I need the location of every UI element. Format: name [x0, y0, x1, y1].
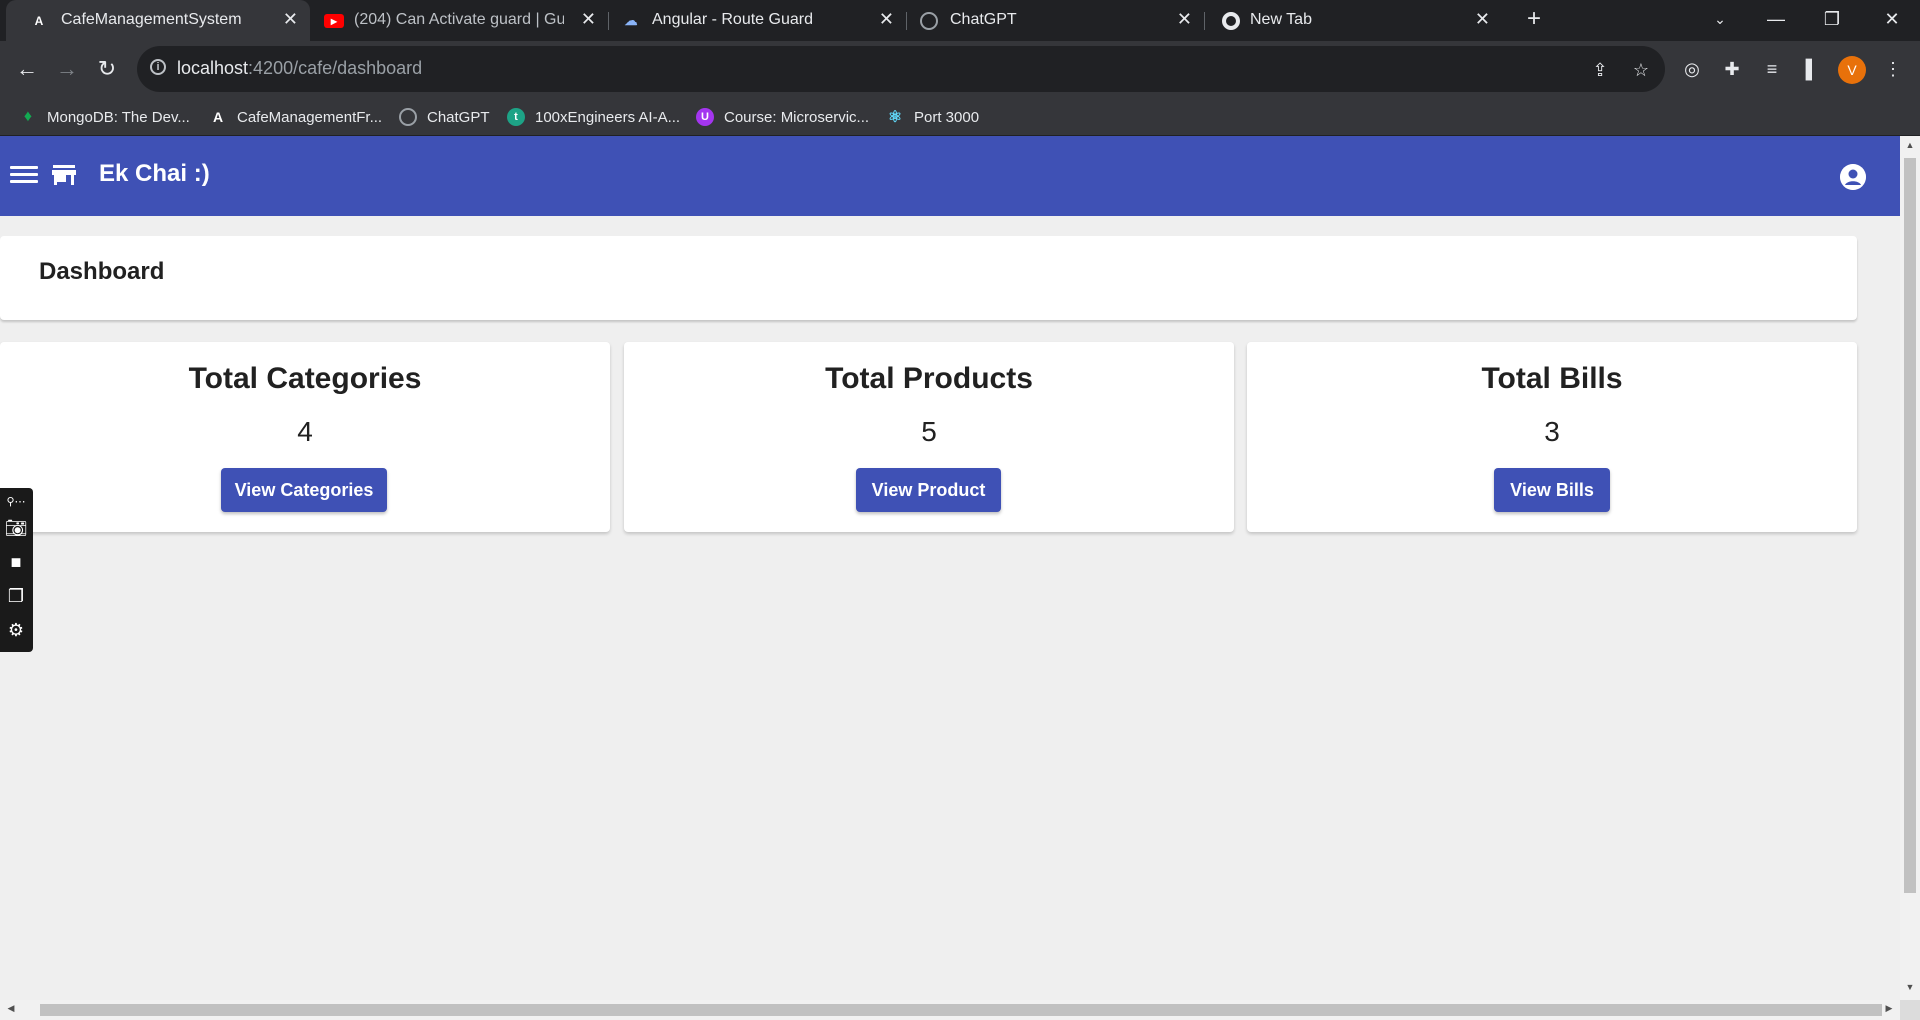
window-capture-icon[interactable]: ❐ [4, 584, 28, 608]
view-bills-button[interactable]: View Bills [1494, 468, 1610, 512]
back-arrow-icon[interactable]: ← [11, 53, 43, 85]
scroll-up-arrow-icon[interactable]: ▲ [1904, 140, 1916, 154]
more-options-icon[interactable]: ⚲⋯ [4, 490, 28, 514]
tab-title: New Tab [1250, 11, 1312, 28]
stat-title: Total Products [825, 362, 1033, 395]
cloud-icon: ☁ [624, 13, 638, 28]
tab-angular-route-guard[interactable]: ☁ Angular - Route Guard ✕ [608, 0, 906, 41]
share-icon[interactable]: ⇪ [1588, 58, 1612, 82]
view-categories-button[interactable]: View Categories [221, 468, 387, 512]
browser-toolbar: ← → ↻ i localhost:4200/cafe/dashboard ⇪ … [0, 41, 1920, 99]
address-bar[interactable]: i localhost:4200/cafe/dashboard ⇪ ☆ [137, 46, 1665, 92]
camera-icon[interactable]: 📷︎ [4, 516, 28, 540]
stat-title: Total Bills [1481, 362, 1623, 395]
forward-arrow-icon[interactable]: → [51, 53, 83, 85]
udemy-icon: U [696, 108, 714, 126]
page-title: Dashboard [39, 258, 165, 285]
react-icon: ⚛ [887, 109, 903, 126]
chatgpt-icon [399, 108, 417, 126]
video-camera-icon[interactable]: ■ [4, 550, 28, 574]
settings-gear-icon[interactable]: ⚙ [4, 618, 28, 642]
dashboard-header-card: Dashboard [0, 236, 1857, 320]
tab-new-tab[interactable]: New Tab ✕ [1204, 0, 1502, 41]
bookmarks-bar: ♦ MongoDB: The Dev... A CafeManagementFr… [0, 99, 1920, 136]
angular-icon: A [34, 14, 44, 28]
close-icon[interactable]: ✕ [1475, 9, 1490, 30]
reload-icon[interactable]: ↻ [91, 53, 123, 85]
mongodb-leaf-icon: ♦ [23, 108, 33, 125]
reading-list-icon[interactable]: ≡ [1757, 54, 1787, 84]
stat-title: Total Categories [188, 362, 422, 395]
hamburger-menu-icon[interactable] [10, 162, 38, 190]
scroll-left-arrow-icon[interactable]: ◀ [4, 1003, 18, 1017]
url-text[interactable]: localhost:4200/cafe/dashboard [177, 58, 422, 79]
horizontal-scroll-thumb[interactable] [40, 1004, 1882, 1016]
tab-title: Angular - Route Guard [652, 11, 813, 28]
close-icon[interactable]: ✕ [879, 9, 894, 30]
app-toolbar: Ek Chai :) [0, 136, 1900, 216]
close-icon[interactable]: ✕ [581, 9, 596, 30]
bookmark-udemy-course[interactable]: U Course: Microservic... [696, 99, 869, 135]
vertical-scrollbar[interactable]: ▲ ▼ [1900, 136, 1920, 1000]
bookmark-mongodb[interactable]: ♦ MongoDB: The Dev... [19, 99, 190, 135]
vertical-scroll-thumb[interactable] [1904, 158, 1916, 893]
bookmark-star-icon[interactable]: ☆ [1629, 58, 1653, 82]
tab-chatgpt[interactable]: ChatGPT ✕ [906, 0, 1204, 41]
app-viewport: Ek Chai :) Dashboard Total Categories 4 … [0, 136, 1900, 1000]
chrome-icon [1222, 12, 1240, 30]
stat-card-products: Total Products 5 View Product [624, 342, 1234, 532]
tab-youtube[interactable]: ▶ (204) Can Activate guard | Guard ✕ [310, 0, 608, 41]
account-circle-icon[interactable] [1840, 164, 1866, 190]
restore-icon[interactable]: ❐ [1804, 0, 1860, 41]
window-close-icon[interactable]: ✕ [1864, 0, 1920, 41]
view-product-button[interactable]: View Product [856, 468, 1001, 512]
stat-card-bills: Total Bills 3 View Bills [1247, 342, 1857, 532]
scrollbar-corner [1900, 1000, 1920, 1020]
extensions-puzzle-icon[interactable]: ✚ [1717, 54, 1747, 84]
tab-title: CafeManagementSystem [61, 11, 242, 28]
more-menu-icon[interactable]: ⋮ [1878, 54, 1908, 84]
bookmark-chatgpt[interactable]: ChatGPT [399, 99, 490, 135]
side-panel-icon[interactable]: ▌ [1797, 54, 1827, 84]
store-icon [52, 165, 76, 185]
scroll-right-arrow-icon[interactable]: ▶ [1882, 1003, 1896, 1017]
profile-avatar[interactable]: V [1838, 56, 1866, 84]
angular-icon: A [212, 109, 224, 125]
tab-title: (204) Can Activate guard | Guard [354, 11, 564, 28]
tab-cafe-management[interactable]: A CafeManagementSystem ✕ [6, 0, 310, 41]
stat-count: 3 [1544, 416, 1560, 447]
stat-count: 5 [921, 416, 937, 447]
circle-icon: t [507, 108, 525, 126]
stat-card-categories: Total Categories 4 View Categories [0, 342, 610, 532]
app-title: Ek Chai :) [99, 160, 210, 187]
close-icon[interactable]: ✕ [283, 9, 298, 30]
site-info-icon[interactable]: i [150, 59, 166, 75]
browser-tab-strip: A CafeManagementSystem ✕ ▶ (204) Can Act… [0, 0, 1920, 41]
bookmark-port-3000[interactable]: ⚛ Port 3000 [886, 99, 979, 135]
scroll-down-arrow-icon[interactable]: ▼ [1904, 982, 1916, 996]
close-icon[interactable]: ✕ [1177, 9, 1192, 30]
chatgpt-icon [920, 12, 938, 30]
capture-tool-panel: ⚲⋯ 📷︎ ■ ❐ ⚙ [0, 488, 33, 652]
bookmark-cafe-frontend[interactable]: A CafeManagementFr... [209, 99, 382, 135]
minimize-icon[interactable]: — [1748, 0, 1804, 41]
youtube-icon: ▶ [324, 14, 344, 28]
horizontal-scrollbar[interactable]: ◀ ▶ [0, 1000, 1900, 1020]
extension-circle-icon[interactable]: ◎ [1677, 54, 1707, 84]
stat-count: 4 [297, 416, 313, 447]
new-tab-button[interactable]: + [1519, 4, 1549, 34]
bookmark-100xengineers[interactable]: t 100xEngineers AI-A... [507, 99, 680, 135]
tab-title: ChatGPT [950, 11, 1017, 28]
tab-search-icon[interactable]: ⌄ [1692, 0, 1748, 41]
